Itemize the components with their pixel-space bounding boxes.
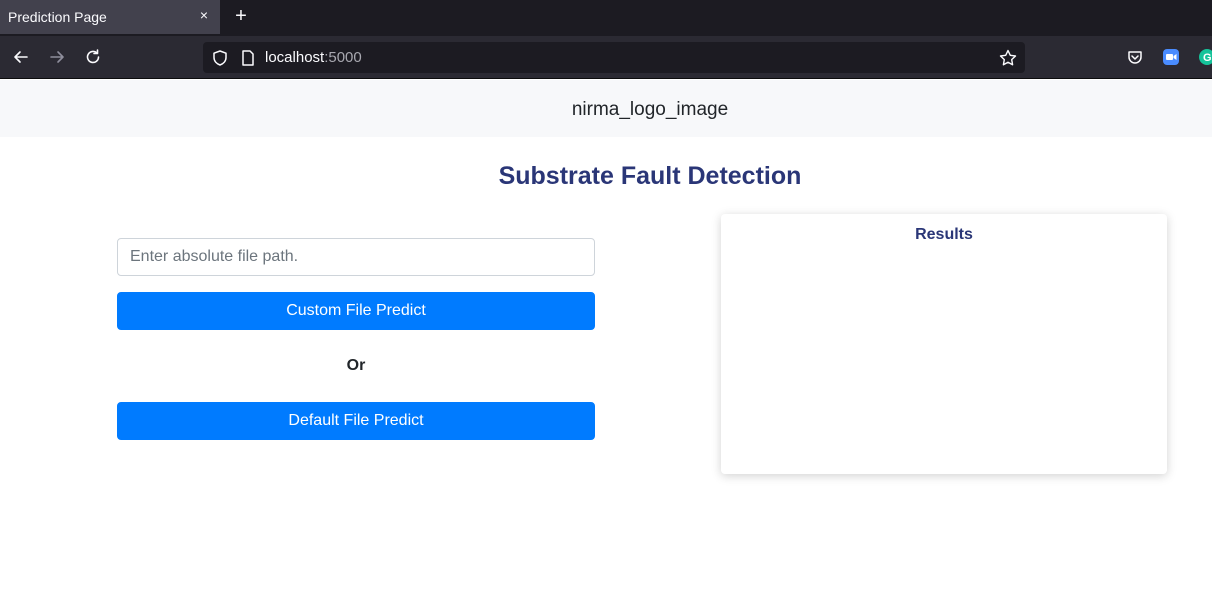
browser-nav-bar: localhost:5000 G bbox=[0, 36, 1212, 79]
forward-icon[interactable] bbox=[47, 47, 67, 67]
svg-text:G: G bbox=[1203, 52, 1212, 64]
file-path-input[interactable] bbox=[117, 238, 595, 276]
custom-file-predict-button[interactable]: Custom File Predict bbox=[117, 292, 595, 330]
grammarly-extension-icon[interactable]: G bbox=[1198, 48, 1212, 66]
results-title: Results bbox=[915, 226, 973, 243]
or-label: Or bbox=[346, 357, 366, 374]
reload-icon[interactable] bbox=[83, 47, 103, 67]
url-host: localhost bbox=[265, 49, 325, 66]
address-bar[interactable]: localhost:5000 bbox=[203, 42, 1025, 73]
new-tab-button[interactable]: + bbox=[230, 5, 252, 27]
shield-icon[interactable] bbox=[211, 49, 229, 67]
tab-close-icon[interactable]: × bbox=[196, 6, 212, 24]
star-icon[interactable] bbox=[998, 48, 1018, 68]
page-icon[interactable] bbox=[240, 49, 256, 67]
pocket-icon[interactable] bbox=[1126, 48, 1144, 66]
default-file-predict-button[interactable]: Default File Predict bbox=[117, 402, 595, 440]
tab-prediction-page[interactable]: Prediction Page × bbox=[0, 0, 220, 34]
zoom-extension-icon[interactable] bbox=[1162, 48, 1180, 66]
results-panel: Results bbox=[721, 214, 1167, 474]
logo-header: nirma_logo_image bbox=[0, 80, 1212, 137]
url-port: :5000 bbox=[324, 49, 362, 66]
page-content: nirma_logo_image Substrate Fault Detecti… bbox=[0, 80, 1212, 591]
tab-title: Prediction Page bbox=[8, 9, 107, 25]
logo-image-alt-text: nirma_logo_image bbox=[571, 99, 729, 120]
browser-tab-bar: Prediction Page × + bbox=[0, 0, 1212, 36]
url-text[interactable]: localhost:5000 bbox=[265, 49, 362, 66]
page-title: Substrate Fault Detection bbox=[498, 162, 802, 190]
back-icon[interactable] bbox=[11, 47, 31, 67]
